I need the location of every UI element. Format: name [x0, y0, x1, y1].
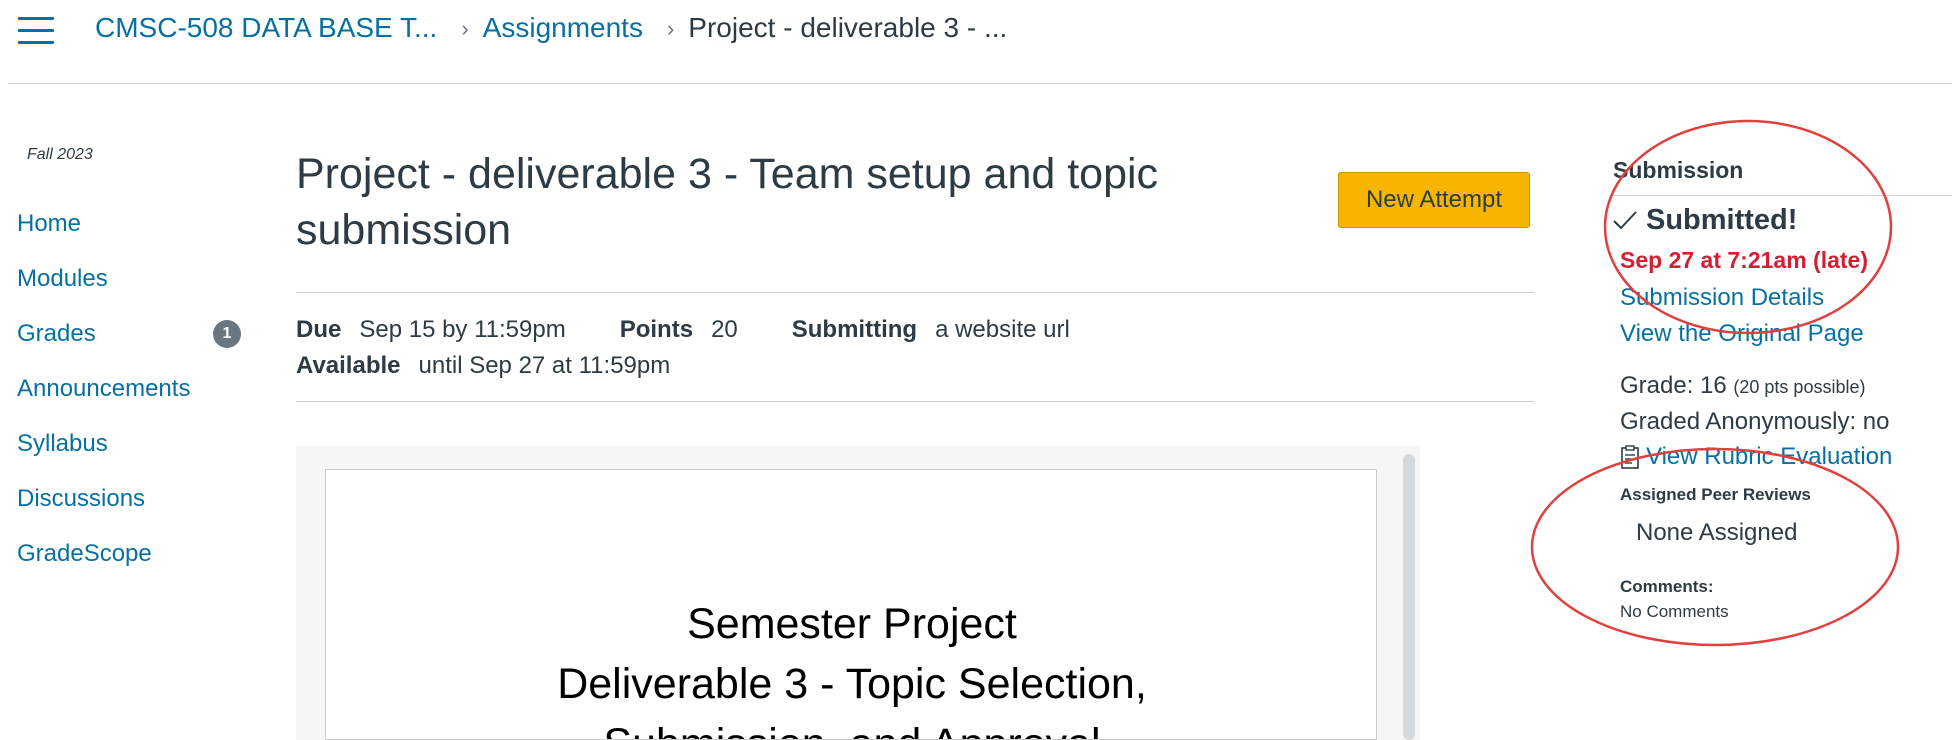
- submitting-label: Submitting: [791, 316, 918, 343]
- divider: [296, 401, 1534, 402]
- points-label: Points: [619, 316, 694, 343]
- graded-anonymously: Graded Anonymously: no: [1620, 408, 1890, 435]
- nav-item-label: Syllabus: [17, 429, 108, 457]
- due-value: Sep 15 by 11:59pm: [359, 316, 566, 343]
- submitted-label: Submitted!: [1646, 204, 1798, 236]
- nav-item-label: Grades: [17, 319, 96, 347]
- comments-heading: Comments:: [1620, 577, 1714, 596]
- breadcrumb-assignments[interactable]: Assignments: [483, 12, 643, 44]
- chevron-right-icon: ›: [666, 16, 675, 41]
- nav-item-gradescope[interactable]: GradeScope: [17, 526, 247, 581]
- nav-item-label: Discussions: [17, 484, 146, 512]
- comments-value: No Comments: [1620, 602, 1729, 621]
- available-label: Available: [296, 352, 401, 379]
- breadcrumb-current: Project - deliverable 3 - ...: [688, 12, 1008, 43]
- chevron-right-icon: ›: [461, 16, 469, 41]
- view-rubric-link[interactable]: View Rubric Evaluation: [1620, 443, 1892, 471]
- document-heading: Semester Project Deliverable 3 - Topic S…: [326, 594, 1376, 739]
- term-label: Fall 2023: [27, 146, 93, 163]
- nav-item-announcements[interactable]: Announcements: [17, 361, 247, 416]
- document-line: Semester Project: [687, 600, 1017, 648]
- grade-value: Grade: 16: [1620, 372, 1727, 399]
- divider: [296, 292, 1534, 293]
- peer-reviews-value: None Assigned: [1636, 519, 1798, 546]
- grade-possible: (20 pts possible): [1733, 377, 1866, 397]
- breadcrumb-course[interactable]: CMSC-508 DATA BASE T...: [95, 12, 437, 44]
- document-line: Deliverable 3 - Topic Selection,: [557, 660, 1147, 708]
- points-value: 20: [711, 316, 738, 343]
- submitted-status: Submitted!: [1612, 204, 1797, 237]
- nav-item-modules[interactable]: Modules: [17, 251, 247, 306]
- due-label: Due: [296, 316, 342, 343]
- nav-item-home[interactable]: Home: [17, 196, 247, 251]
- nav-item-label: Modules: [17, 264, 108, 292]
- hamburger-menu-icon[interactable]: [18, 16, 58, 46]
- submitting-value: a website url: [935, 316, 1070, 343]
- course-nav: Home Modules Grades 1 Announcements Syll…: [17, 196, 247, 581]
- nav-item-discussions[interactable]: Discussions: [17, 471, 247, 526]
- document-line: Submission, and Approval: [326, 714, 1376, 739]
- breadcrumb: CMSC-508 DATA BASE T... › Assignments › …: [95, 12, 1007, 44]
- nav-item-label: Home: [17, 209, 82, 237]
- nav-item-syllabus[interactable]: Syllabus: [17, 416, 247, 471]
- assignment-details: Due Sep 15 by 11:59pm Points 20 Submitti…: [296, 312, 1070, 384]
- grade-text: Grade: 16 (20 pts possible): [1620, 372, 1865, 400]
- available-value: until Sep 27 at 11:59pm: [418, 352, 671, 379]
- top-bar: CMSC-508 DATA BASE T... › Assignments › …: [8, 0, 1952, 84]
- new-attempt-button[interactable]: New Attempt: [1338, 172, 1530, 228]
- submission-details-link[interactable]: Submission Details: [1620, 284, 1824, 312]
- nav-item-grades[interactable]: Grades 1: [17, 306, 247, 361]
- divider: [1613, 195, 1952, 196]
- preview-scrollbar[interactable]: [1403, 454, 1415, 740]
- view-original-page-link[interactable]: View the Original Page: [1620, 320, 1864, 348]
- submission-date: Sep 27 at 7:21am (late): [1620, 247, 1869, 273]
- submission-heading: Submission: [1613, 157, 1744, 183]
- assignment-title: Project - deliverable 3 - Team setup and…: [296, 150, 1159, 254]
- rubric-icon: [1621, 445, 1639, 469]
- document-page: Semester Project Deliverable 3 - Topic S…: [325, 469, 1377, 740]
- nav-item-label: Announcements: [17, 374, 191, 402]
- peer-reviews-heading: Assigned Peer Reviews: [1620, 485, 1811, 504]
- check-icon: [1613, 210, 1637, 229]
- nav-item-label: GradeScope: [17, 539, 152, 567]
- grades-count-badge: 1: [213, 319, 241, 348]
- rubric-link-label: View Rubric Evaluation: [1646, 443, 1893, 470]
